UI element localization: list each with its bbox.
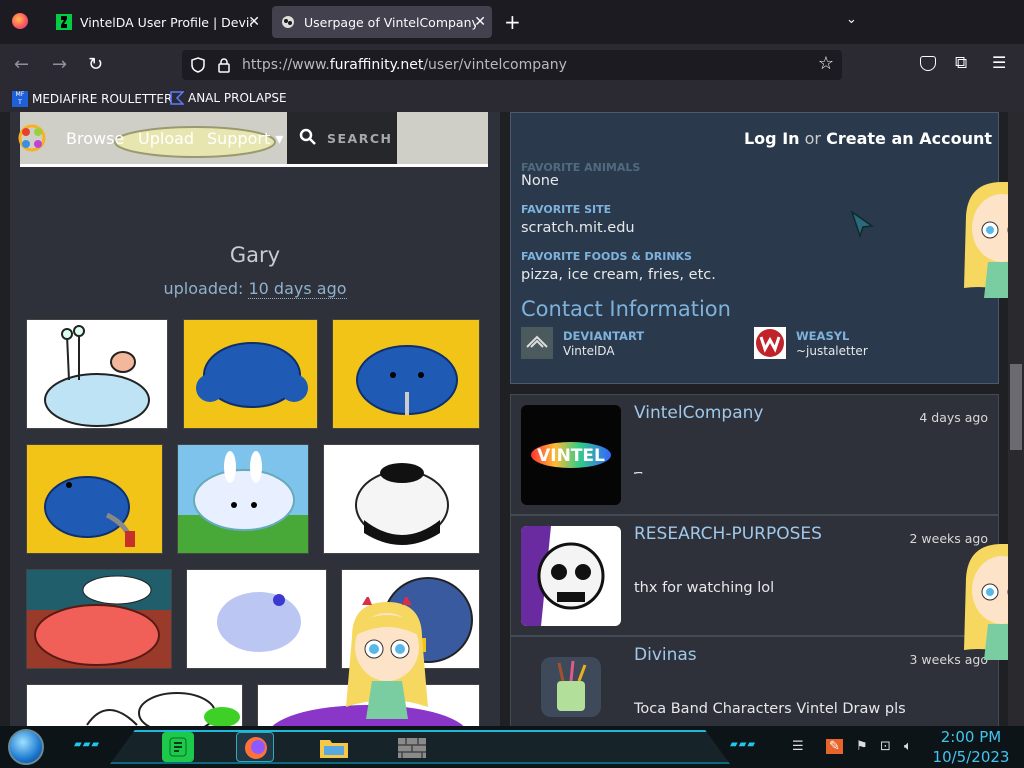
- gallery-thumbnail[interactable]: [26, 319, 168, 429]
- bookmark-item[interactable]: ANAL PROLAPSE: [170, 91, 287, 105]
- firefox-taskbar-icon[interactable]: [236, 732, 274, 762]
- page-scrollbar[interactable]: [1008, 112, 1024, 726]
- search-icon: [299, 128, 316, 145]
- close-tab-icon[interactable]: ✕: [248, 14, 260, 30]
- avatar[interactable]: [521, 647, 621, 726]
- gallery-thumbnail[interactable]: [26, 684, 243, 726]
- navigation-toolbar: ← → ↻ https://www.furaffinity.net/user/v…: [0, 44, 1024, 86]
- favorite-foods-label: FAVORITE FOODS & DRINKS: [521, 250, 692, 263]
- network-icon[interactable]: ⊡: [880, 739, 891, 754]
- clock[interactable]: 2:00 PM 10/5/2023: [930, 727, 1012, 767]
- firefox-menu-icon[interactable]: [12, 13, 28, 29]
- nav-support[interactable]: Support ▾: [207, 129, 283, 148]
- furaffinity-logo-icon[interactable]: [16, 122, 48, 154]
- flag-icon[interactable]: ⚑: [856, 739, 868, 754]
- shout-item: Divinas 3 weeks ago Toca Band Characters…: [510, 636, 999, 726]
- lock-icon[interactable]: [216, 57, 232, 73]
- tab-vintelcompany-userpage[interactable]: Userpage of VintelCompany -- ✕: [272, 6, 492, 38]
- url-text[interactable]: https://www.furaffinity.net/user/vintelc…: [242, 57, 567, 73]
- contact-user-weasyl[interactable]: ~justaletter: [796, 344, 868, 358]
- close-tab-icon[interactable]: ✕: [474, 14, 486, 30]
- star-butterfly-sticker: [346, 597, 428, 719]
- hamburger-menu-icon[interactable]: ☰: [992, 53, 1006, 72]
- shout-username[interactable]: VintelCompany: [634, 403, 763, 423]
- list-all-tabs-icon[interactable]: ⌄: [846, 12, 857, 27]
- vintel-logo-text: VINTEL: [537, 446, 605, 466]
- tracking-shield-icon[interactable]: [190, 57, 206, 73]
- contact-heading: Contact Information: [521, 297, 731, 321]
- deviantart-icon: [521, 327, 553, 359]
- profile-sidebar: FAVORITE ANIMALS None FAVORITE SITE scra…: [510, 112, 1000, 726]
- taskbar: ▰▰▰ ▰▰▰ ☰ ✎ ⚑ ⊡ 🔈︎ 2:00 PM 10/5/2023: [0, 726, 1024, 768]
- back-arrow-icon[interactable]: ←: [14, 54, 29, 75]
- mediafire-icon: MF T: [12, 91, 28, 107]
- avatar[interactable]: VINTEL: [521, 405, 621, 505]
- shout-item: RESEARCH-PURPOSES 2 weeks ago thx for wa…: [510, 515, 999, 636]
- show-desktop-icon[interactable]: ☰: [792, 739, 804, 754]
- cursor-icon: [850, 210, 875, 239]
- nav-browse[interactable]: Browse: [66, 129, 124, 148]
- tab-vintelda-profile[interactable]: VintelDA User Profile | DeviantA ✕: [48, 6, 266, 38]
- new-tab-icon[interactable]: +: [504, 10, 521, 34]
- gallery-thumbnail[interactable]: [332, 319, 480, 429]
- bookmarks-toolbar: MF T MEDIAFIRE ROULETTER ANAL PROLAPSE: [0, 86, 1024, 112]
- file-explorer-icon[interactable]: [318, 732, 350, 762]
- shout-date: 4 days ago: [919, 410, 988, 425]
- decorative-arrows-icon: ▰▰▰: [730, 739, 757, 750]
- contact-service-deviantart[interactable]: DEVIANTART: [563, 329, 644, 343]
- bookmark-icon: [170, 91, 184, 105]
- gallery-thumbnail[interactable]: [186, 569, 327, 669]
- volume-icon[interactable]: 🔈︎: [904, 739, 912, 754]
- scrollbar-thumb[interactable]: [1010, 364, 1022, 450]
- reload-icon[interactable]: ↻: [88, 54, 103, 75]
- nav-upload[interactable]: Upload: [138, 129, 194, 148]
- shout-username[interactable]: RESEARCH-PURPOSES: [634, 524, 822, 544]
- bookmark-star-icon[interactable]: ☆: [818, 53, 834, 74]
- favorite-site-label: FAVORITE SITE: [521, 203, 612, 216]
- gallery-thumbnail[interactable]: [26, 444, 163, 554]
- shout-text: thx for watching lol: [634, 580, 775, 596]
- login-link[interactable]: Log In: [744, 129, 800, 148]
- featured-submission-title[interactable]: Gary: [10, 243, 500, 267]
- gallery-thumbnail[interactable]: [183, 319, 318, 429]
- submission-gallery: Gary uploaded: 10 days ago: [10, 112, 500, 726]
- upload-date: uploaded: 10 days ago: [163, 279, 347, 299]
- firewall-app-icon[interactable]: [396, 732, 428, 762]
- start-button[interactable]: [8, 729, 44, 765]
- notes-app-icon[interactable]: [162, 732, 194, 762]
- address-bar[interactable]: https://www.furaffinity.net/user/vintelc…: [182, 50, 842, 80]
- contact-service-weasyl[interactable]: WEASYL: [796, 329, 849, 343]
- site-header: Browse Upload Support ▾ SEARCH Log In or…: [0, 112, 1024, 164]
- furaffinity-favicon-icon: [282, 16, 294, 28]
- tab-strip: VintelDA User Profile | DeviantA ✕ Userp…: [0, 0, 1024, 44]
- site-search[interactable]: SEARCH: [287, 112, 397, 164]
- shout-item: VINTEL VintelCompany 4 days ago ؁: [510, 394, 999, 515]
- pocket-icon[interactable]: [920, 56, 936, 71]
- gallery-thumbnail[interactable]: [323, 444, 480, 554]
- extensions-icon[interactable]: ⧉: [955, 53, 967, 73]
- contact-user-deviantart[interactable]: VintelDA: [563, 344, 615, 358]
- favorite-animals-value: None: [521, 173, 559, 189]
- shout-username[interactable]: Divinas: [634, 645, 697, 665]
- decorative-arrows-icon: ▰▰▰: [74, 739, 101, 750]
- create-account-link[interactable]: Create an Account: [826, 129, 992, 148]
- avatar[interactable]: [521, 526, 621, 626]
- forward-arrow-icon[interactable]: →: [52, 54, 67, 75]
- shout-text: ؁: [634, 459, 643, 475]
- favorite-foods-value: pizza, ice cream, fries, etc.: [521, 267, 716, 283]
- deviantart-favicon-icon: [56, 14, 72, 30]
- favorite-site-value: scratch.mit.edu: [521, 220, 635, 236]
- weasyl-icon: [754, 327, 786, 359]
- webpage: Gary uploaded: 10 days ago Browse Upload…: [0, 112, 1024, 726]
- bookmark-mediafire[interactable]: MF T MEDIAFIRE ROULETTER: [12, 91, 172, 107]
- gallery-thumbnail[interactable]: [177, 444, 309, 554]
- auth-links: Log In or Create an Account: [743, 129, 992, 148]
- gallery-thumbnail[interactable]: [26, 569, 172, 669]
- tray-app-icon[interactable]: ✎: [826, 739, 843, 754]
- shout-text: Toca Band Characters Vintel Draw pls: [634, 701, 906, 717]
